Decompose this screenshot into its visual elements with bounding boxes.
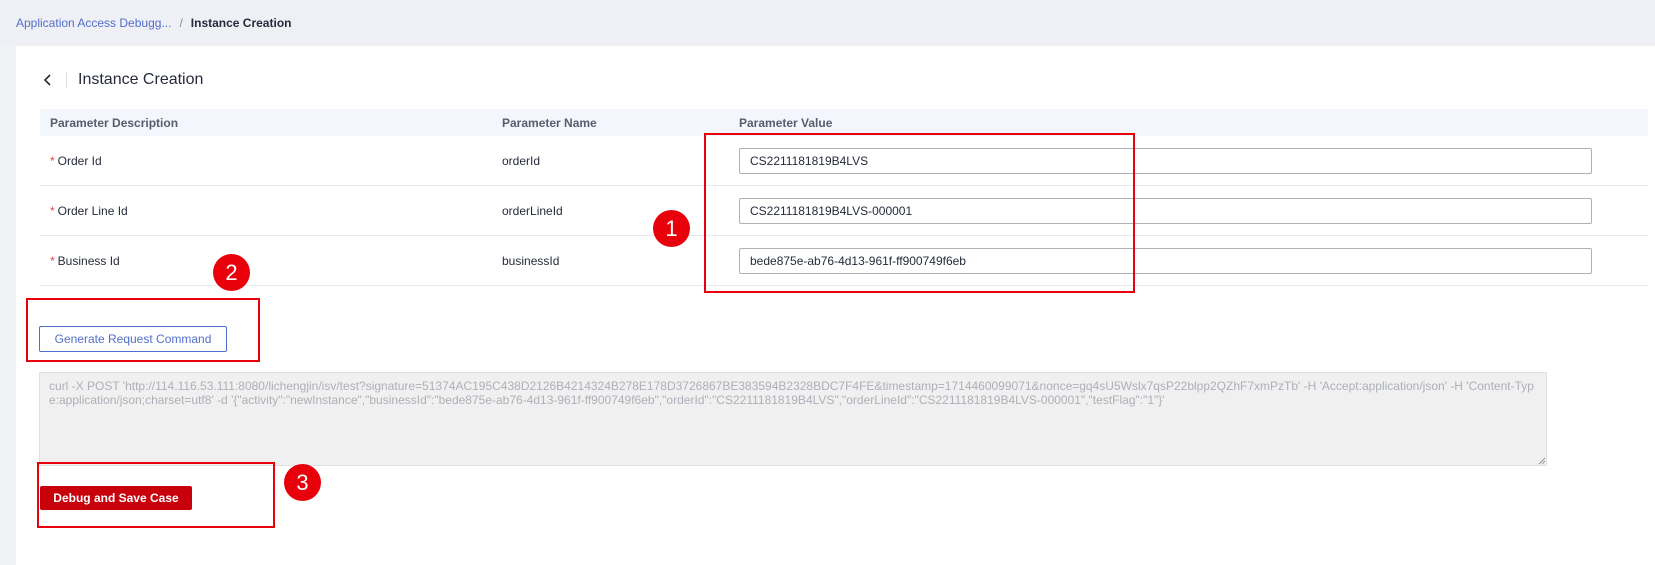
header-name: Parameter Name <box>502 115 597 130</box>
annotation-badge-1: 1 <box>653 210 690 247</box>
breadcrumb-current: Instance Creation <box>190 16 292 30</box>
required-mark: * <box>50 253 55 268</box>
breadcrumb: Application Access Debugg... / Instance … <box>0 0 1655 46</box>
table-header: Parameter Description Parameter Name Par… <box>40 109 1648 136</box>
page-header: Instance Creation <box>40 70 203 90</box>
header-divider <box>66 72 67 88</box>
request-command-textarea[interactable]: curl -X POST 'http://114.116.53.111:8080… <box>39 372 1547 466</box>
resize-grip-icon[interactable] <box>1538 457 1546 465</box>
required-mark: * <box>50 153 55 168</box>
header-description: Parameter Description <box>50 115 179 130</box>
annotation-box-1 <box>704 133 1135 293</box>
param-description: Business Id <box>57 253 120 268</box>
annotation-badge-3: 3 <box>284 464 321 501</box>
param-name: orderId <box>502 153 541 168</box>
back-button[interactable] <box>40 70 56 90</box>
annotation-badge-2: 2 <box>213 254 250 291</box>
header-value: Parameter Value <box>739 115 833 130</box>
param-name: orderLineId <box>502 203 563 218</box>
page-title: Instance Creation <box>78 71 204 88</box>
param-description: Order Line Id <box>57 203 128 218</box>
param-description: Order Id <box>57 153 102 168</box>
annotation-box-3 <box>37 462 275 528</box>
breadcrumb-separator: / <box>179 16 183 30</box>
breadcrumb-parent-link[interactable]: Application Access Debugg... <box>16 16 171 30</box>
param-name: businessId <box>502 253 560 268</box>
annotation-box-2 <box>26 298 260 362</box>
chevron-left-icon <box>43 74 51 86</box>
required-mark: * <box>50 203 55 218</box>
